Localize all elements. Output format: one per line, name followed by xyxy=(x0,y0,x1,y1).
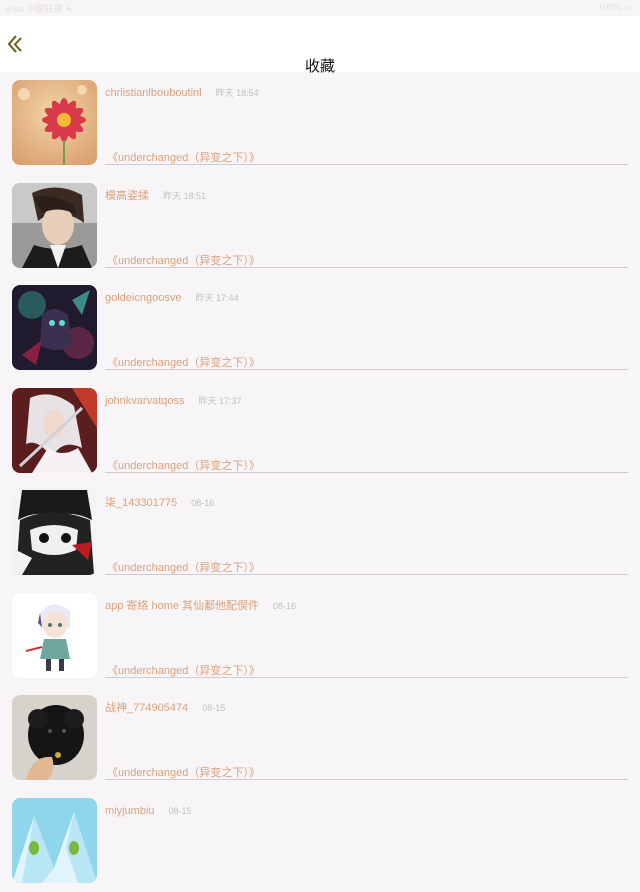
username[interactable]: goldeicngoosve xyxy=(105,292,181,304)
avatar[interactable] xyxy=(12,80,97,165)
avatar[interactable] xyxy=(12,490,97,575)
divider xyxy=(105,164,628,165)
timestamp: 08-16 xyxy=(191,498,214,508)
avatar[interactable] xyxy=(12,285,97,370)
book-title-link[interactable]: 《underchanged（异变之下）》 xyxy=(107,457,260,473)
timestamp: 昨天 17:44 xyxy=(195,293,238,303)
flower-image xyxy=(12,80,97,165)
username[interactable]: johnkvarvatqoss xyxy=(105,395,185,407)
avatar[interactable] xyxy=(12,183,97,268)
boy-portrait-image xyxy=(12,183,97,268)
list-item[interactable]: 战神_774905474 08-15 《underchanged（异变之下）》 xyxy=(0,687,640,790)
username[interactable]: miyjumbiu xyxy=(105,805,155,817)
ice-mountain-image xyxy=(12,798,97,883)
navigation-bar: 收藏 xyxy=(0,16,640,72)
avatar[interactable] xyxy=(12,593,97,678)
book-title-link[interactable]: 《underchanged（异变之下）》 xyxy=(107,354,260,370)
list-item[interactable]: 模高姿揉 昨天 18:51 《underchanged（异变之下）》 xyxy=(0,175,640,278)
book-title-link[interactable]: 《underchanged（异变之下）》 xyxy=(107,252,260,268)
book-title-link[interactable]: 《underchanged（异变之下）》 xyxy=(107,559,260,575)
status-bar-battery: 100% ▭ xyxy=(598,2,632,13)
username[interactable]: 模高姿揉 xyxy=(105,190,149,202)
favorites-list: chriistianlbouboutinl 昨天 18:54 《underchan… xyxy=(0,72,640,892)
divider xyxy=(105,677,628,678)
timestamp: 08-15 xyxy=(202,703,225,713)
chibi-character-image xyxy=(12,593,97,678)
book-title-link[interactable]: 《underchanged（异变之下）》 xyxy=(107,149,260,165)
divider xyxy=(105,369,628,370)
divider xyxy=(105,574,628,575)
status-bar: iPad 中国联通 ✦ 100% ▭ xyxy=(0,0,640,16)
avatar[interactable] xyxy=(12,695,97,780)
black-puppy-image xyxy=(12,695,97,780)
game-character-image xyxy=(12,285,97,370)
list-item[interactable]: johnkvarvatqoss 昨天 17:37 《underchanged（异变… xyxy=(0,380,640,483)
back-button[interactable] xyxy=(6,34,26,56)
timestamp: 08-16 xyxy=(273,601,296,611)
list-item[interactable]: miyjumbiu 08-15 xyxy=(0,790,640,892)
anime-swordsman-image xyxy=(12,388,97,473)
list-item[interactable]: 柒_143301775 08-16 《underchanged（异变之下）》 xyxy=(0,482,640,585)
avatar[interactable] xyxy=(12,798,97,883)
timestamp: 昨天 18:54 xyxy=(216,88,259,98)
list-item[interactable]: app 寄络 home 其仙鄱他配偰件 08-16 《underchanged（异… xyxy=(0,585,640,688)
divider xyxy=(105,779,628,780)
divider xyxy=(105,472,628,473)
list-item[interactable]: chriistianlbouboutinl 昨天 18:54 《underchan… xyxy=(0,72,640,175)
username[interactable]: app 寄络 home 其仙鄱他配偰件 xyxy=(105,600,259,612)
timestamp: 08-15 xyxy=(169,806,192,816)
timestamp: 昨天 17:37 xyxy=(199,396,242,406)
divider xyxy=(105,267,628,268)
status-bar-carrier: iPad 中国联通 ✦ xyxy=(6,2,73,15)
book-title-link[interactable]: 《underchanged（异变之下）》 xyxy=(107,764,260,780)
masked-figure-image xyxy=(12,490,97,575)
username[interactable]: 战神_774905474 xyxy=(105,702,188,714)
list-item[interactable]: goldeicngoosve 昨天 17:44 《underchanged（异变之… xyxy=(0,277,640,380)
timestamp: 昨天 18:51 xyxy=(163,191,206,201)
username[interactable]: 柒_143301775 xyxy=(105,497,177,509)
avatar[interactable] xyxy=(12,388,97,473)
username[interactable]: chriistianlbouboutinl xyxy=(105,87,202,99)
chevron-left-icon xyxy=(6,34,26,56)
book-title-link[interactable]: 《underchanged（异变之下）》 xyxy=(107,662,260,678)
